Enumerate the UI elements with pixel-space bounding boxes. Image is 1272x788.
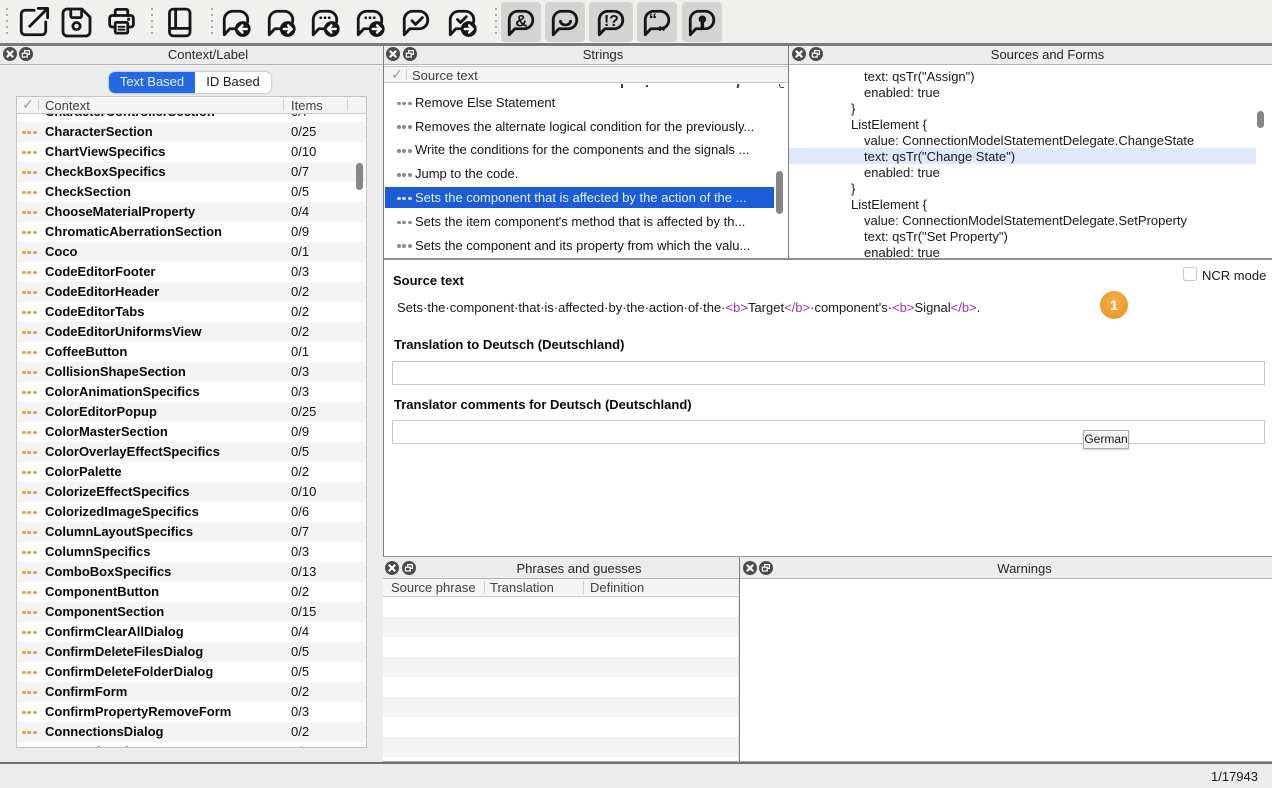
svg-text:!?: !? bbox=[604, 13, 619, 30]
svg-text:„: „ bbox=[657, 13, 665, 32]
svg-text:&: & bbox=[515, 11, 527, 30]
svg-text:“: “ bbox=[648, 9, 656, 28]
